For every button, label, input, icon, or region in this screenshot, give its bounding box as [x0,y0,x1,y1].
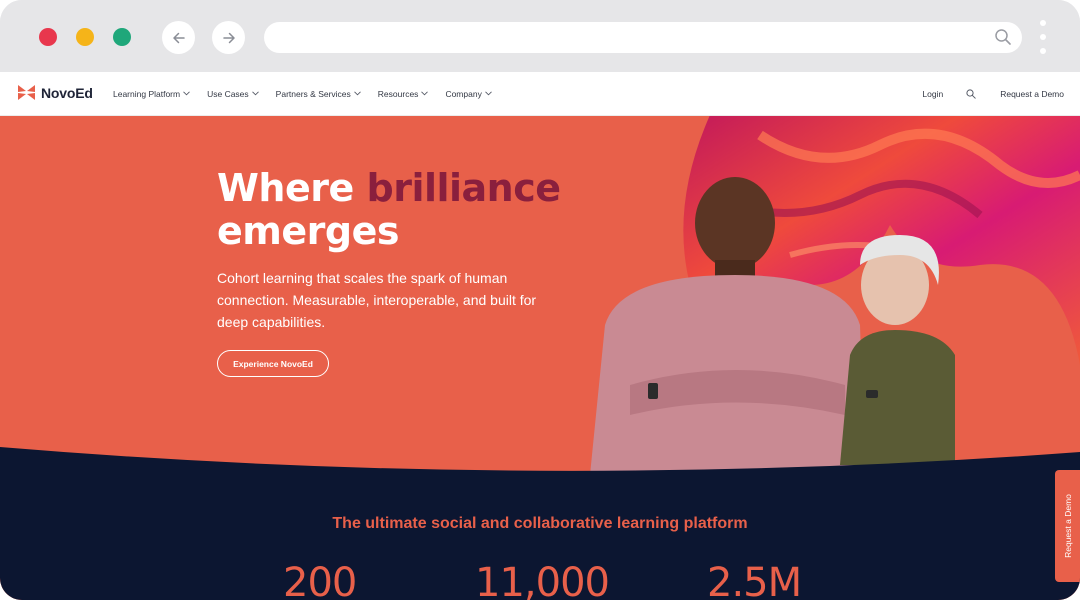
back-button[interactable] [162,21,195,54]
maximize-window-button[interactable] [113,28,131,46]
nav-resources[interactable]: Resources [378,89,429,99]
close-window-button[interactable] [39,28,57,46]
nav-label: Company [445,88,482,99]
browser-menu-button[interactable] [1036,18,1050,58]
request-demo-side-tab[interactable]: Request a Demo [1055,470,1080,582]
webpage: Where brilliance emerges Cohort learning… [0,72,1080,600]
request-demo-link[interactable]: Request a Demo [1000,89,1064,99]
nav-label: Resources [377,88,419,99]
nav-company[interactable]: Company [445,88,492,99]
header-actions: Login Request a Demo [922,72,1064,115]
chevron-down-icon [421,91,429,96]
novoed-logo-icon [18,85,35,100]
stats-row: 200 11,000 2.5M [0,560,1080,600]
arrow-left-icon [172,32,185,43]
platform-tagline: The ultimate social and collaborative le… [332,515,748,532]
browser-toolbar [0,0,1080,72]
search-icon[interactable] [966,88,976,99]
site-header: NovoEd Learning Platform Use Cases Partn… [0,72,1080,116]
chevron-down-icon [183,91,190,96]
menu-dot-icon [1040,48,1046,54]
nav-label: Partners & Services [275,88,351,99]
nav-learning-platform[interactable]: Learning Platform [113,89,190,99]
address-bar[interactable] [264,22,1022,53]
menu-dot-icon [1040,34,1046,40]
browser-window: Where brilliance emerges Cohort learning… [0,0,1080,600]
minimize-window-button[interactable] [76,28,94,46]
stat-value: 2.5M [707,560,802,600]
main-navigation: Learning Platform Use Cases Partners & S… [113,72,509,115]
nav-label: Learning Platform [113,88,181,99]
chevron-down-icon [485,91,492,96]
chevron-down-icon [251,91,259,96]
chevron-down-icon [353,91,361,96]
stat-value: 200 [283,560,357,600]
side-tab-label: Request a Demo [1062,494,1073,558]
arrow-right-icon [222,32,235,43]
novoed-logo[interactable]: NovoEd [17,83,93,102]
nav-partners-services[interactable]: Partners & Services [276,89,361,99]
brand-name: NovoEd [41,84,93,101]
stat-value: 11,000 [475,560,610,600]
nav-label: Use Cases [207,88,249,99]
nav-use-cases[interactable]: Use Cases [207,89,259,99]
forward-button[interactable] [212,21,245,54]
menu-dot-icon [1040,20,1046,26]
search-icon[interactable] [994,28,1012,46]
login-link[interactable]: Login [922,89,943,99]
